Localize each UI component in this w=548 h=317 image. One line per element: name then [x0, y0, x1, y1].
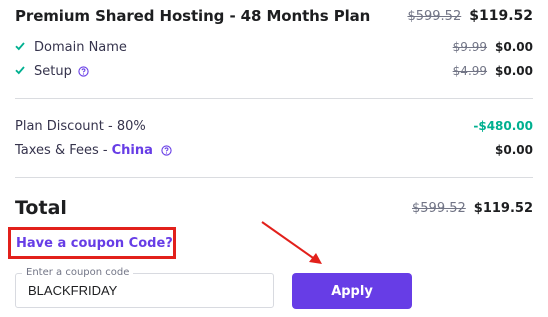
plan-price: $599.52 $119.52 — [407, 8, 533, 24]
taxes-value: $0.00 — [495, 143, 533, 157]
apply-button[interactable]: Apply — [292, 273, 412, 309]
feature-new-price: $0.00 — [495, 64, 533, 78]
total-row: Total $599.52 $119.52 — [15, 196, 533, 220]
divider — [15, 177, 533, 178]
annotation-arrow-icon — [261, 221, 322, 264]
check-icon — [15, 64, 31, 78]
check-icon — [15, 40, 31, 54]
feature-label: Domain Name — [34, 39, 127, 55]
country-link[interactable]: China — [112, 143, 153, 158]
taxes-row: Taxes & Fees - China $0.00 — [15, 141, 533, 159]
discount-value: -$480.00 — [473, 119, 533, 133]
feature-setup: Setup $4.99 $0.00 — [15, 62, 533, 80]
help-circle-icon[interactable] — [161, 144, 173, 156]
total-old-price: $599.52 — [412, 200, 466, 216]
help-circle-icon[interactable] — [78, 65, 90, 77]
total-label: Total — [15, 197, 67, 219]
taxes-label: Taxes & Fees - — [15, 142, 108, 158]
coupon-input[interactable] — [16, 274, 273, 307]
plan-row: Premium Shared Hosting - 48 Months Plan … — [15, 6, 533, 26]
divider — [15, 98, 533, 99]
feature-domain-name: Domain Name $9.99 $0.00 — [15, 38, 533, 56]
plan-title: Premium Shared Hosting - 48 Months Plan — [15, 7, 371, 25]
coupon-highlight-box: Have a coupon Code? — [8, 227, 176, 259]
plan-old-price: $599.52 — [407, 8, 462, 24]
feature-new-price: $0.00 — [495, 40, 533, 54]
feature-old-price: $9.99 — [452, 40, 488, 54]
feature-label: Setup — [34, 63, 72, 79]
discount-row: Plan Discount - 80% -$480.00 — [15, 117, 533, 135]
coupon-link[interactable]: Have a coupon Code? — [16, 236, 173, 251]
total-new-price: $119.52 — [473, 200, 533, 216]
coupon-field: Enter a coupon code — [15, 267, 274, 308]
feature-old-price: $4.99 — [452, 64, 488, 78]
discount-label: Plan Discount - 80% — [15, 118, 146, 134]
plan-new-price: $119.52 — [469, 8, 533, 24]
